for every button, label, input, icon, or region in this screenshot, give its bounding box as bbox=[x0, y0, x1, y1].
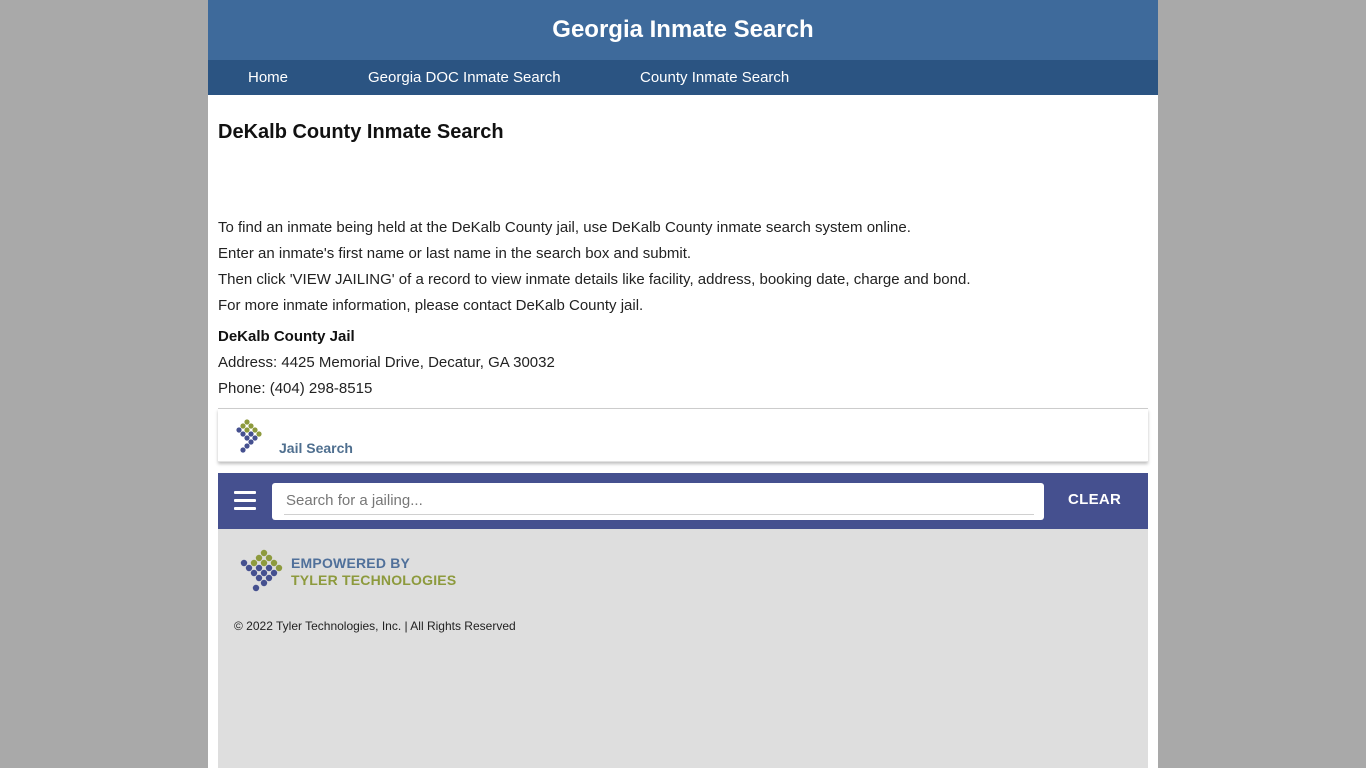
site-header: Georgia Inmate Search bbox=[208, 0, 1158, 60]
site-title: Georgia Inmate Search bbox=[552, 16, 814, 43]
powered-by-line-1: EMPOWERED BY bbox=[291, 555, 411, 571]
main-nav: Home Georgia DOC Inmate Search County In… bbox=[208, 60, 1158, 95]
widget-footer: EMPOWERED BY TYLER TECHNOLOGIES © 2022 T… bbox=[218, 529, 1148, 768]
jail-address: Address: 4425 Memorial Drive, Decatur, G… bbox=[218, 354, 555, 371]
jail-search-brand-label[interactable]: Jail Search bbox=[279, 440, 353, 456]
jail-search-widget: Jail Search CLEAR bbox=[218, 409, 1148, 768]
clear-button[interactable]: CLEAR bbox=[1068, 491, 1124, 508]
hamburger-menu-icon[interactable] bbox=[234, 491, 256, 511]
tyler-technologies-logo-icon bbox=[240, 549, 283, 592]
page-container: Georgia Inmate Search Home Georgia DOC I… bbox=[208, 0, 1158, 768]
jail-search-logo-icon bbox=[236, 419, 262, 453]
nav-home-link[interactable]: Home bbox=[248, 69, 288, 86]
search-box bbox=[272, 483, 1044, 520]
powered-by-line-2: TYLER TECHNOLOGIES bbox=[291, 572, 457, 588]
jail-name: DeKalb County Jail bbox=[218, 328, 355, 345]
intro-paragraph-3: Then click 'VIEW JAILING' of a record to… bbox=[218, 271, 971, 288]
nav-county-search-link[interactable]: County Inmate Search bbox=[640, 69, 789, 86]
page-title: DeKalb County Inmate Search bbox=[218, 121, 504, 143]
nav-doc-search-link[interactable]: Georgia DOC Inmate Search bbox=[368, 69, 561, 86]
intro-paragraph-4: For more inmate information, please cont… bbox=[218, 297, 644, 314]
intro-paragraph-2: Enter an inmate's first name or last nam… bbox=[218, 245, 692, 262]
jail-phone: Phone: (404) 298-8515 bbox=[218, 380, 373, 397]
copyright-text: © 2022 Tyler Technologies, Inc. | All Ri… bbox=[234, 619, 516, 633]
intro-paragraph-1: To find an inmate being held at the DeKa… bbox=[218, 219, 911, 236]
widget-brand-bar: Jail Search bbox=[218, 409, 1148, 462]
search-bar: CLEAR bbox=[218, 473, 1148, 529]
jailing-search-input[interactable] bbox=[284, 487, 1034, 515]
powered-by-text: EMPOWERED BY TYLER TECHNOLOGIES bbox=[291, 555, 456, 589]
